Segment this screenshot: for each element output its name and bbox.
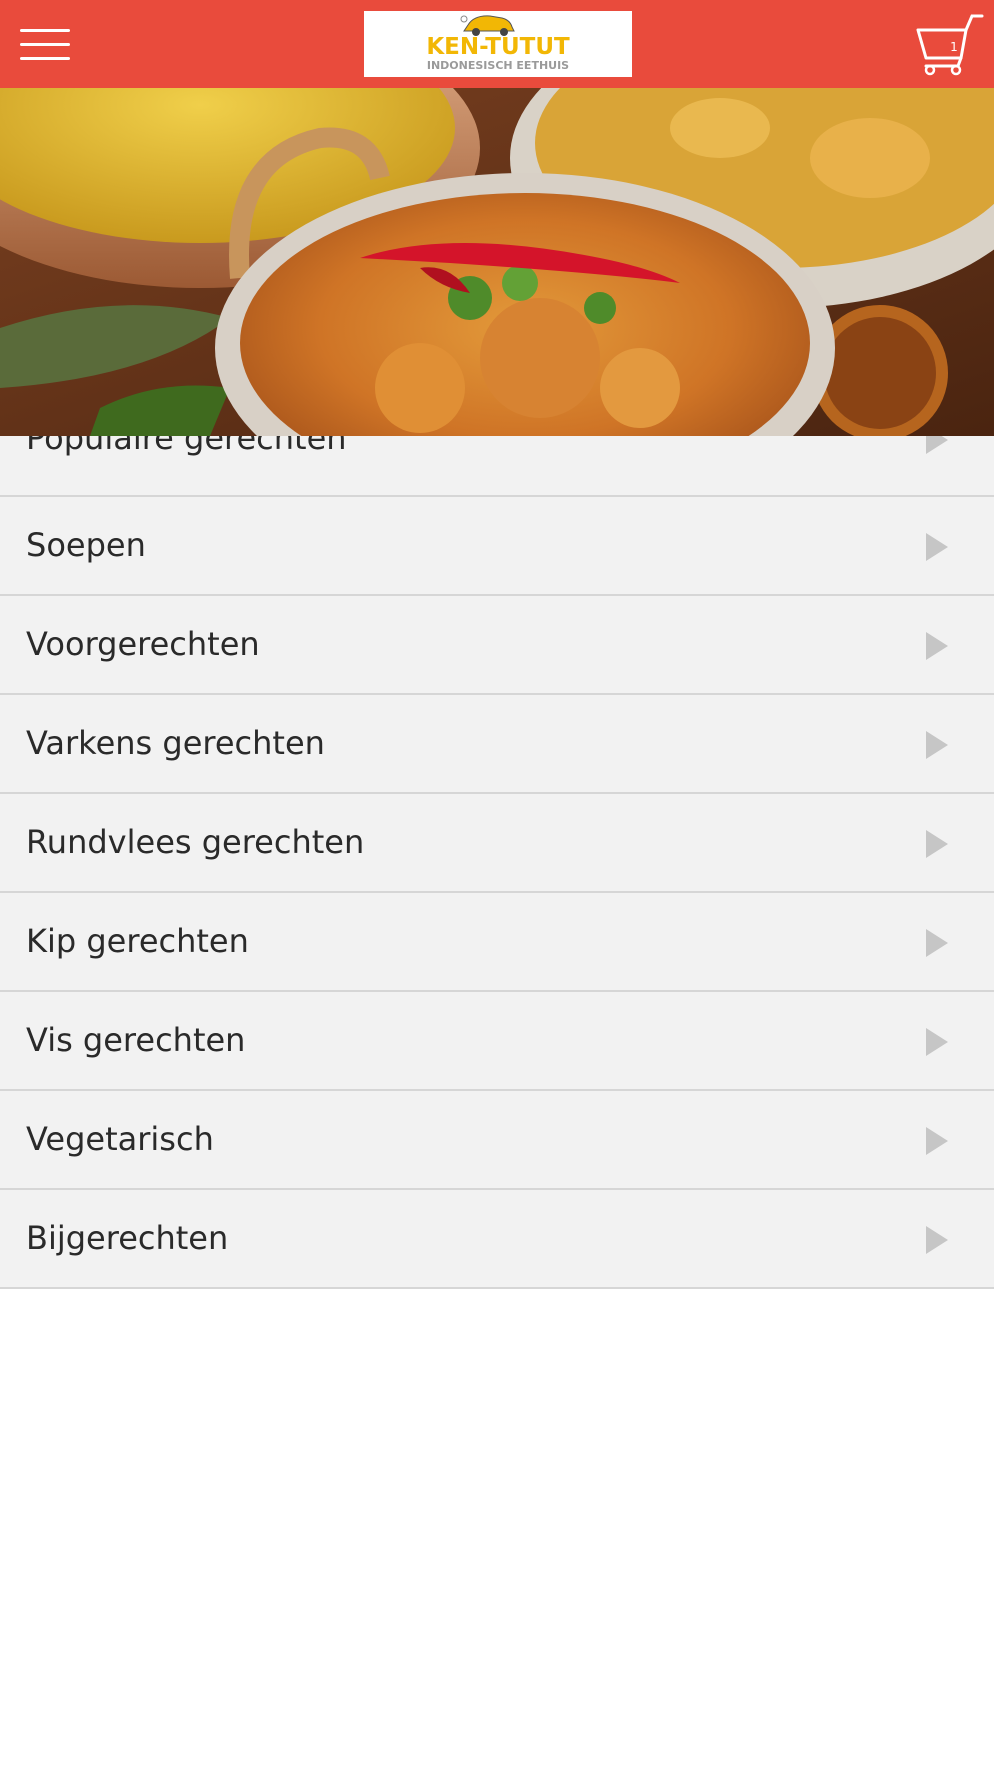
category-item-bijgerechten[interactable]: Bijgerechten — [0, 1190, 994, 1289]
cart-count-badge: 1 — [950, 40, 958, 54]
logo-title: KEN-TUTUT — [426, 34, 570, 60]
category-item-vis-gerechten[interactable]: Vis gerechten — [0, 992, 994, 1091]
category-item-soepen[interactable]: Soepen — [0, 497, 994, 596]
logo-graphic: KEN-TUTUT INDONESISCH EETHUIS — [426, 15, 570, 72]
chevron-right-icon — [926, 1226, 948, 1254]
app-screen: Populaire gerechten Soepen Voorgerechten… — [0, 0, 1000, 1778]
chevron-right-icon — [926, 533, 948, 561]
category-label: Rundvlees gerechten — [26, 823, 365, 861]
category-label: Vis gerechten — [26, 1021, 246, 1059]
category-item-kip-gerechten[interactable]: Kip gerechten — [0, 893, 994, 992]
category-label: Bijgerechten — [26, 1219, 229, 1257]
category-label: Vegetarisch — [26, 1120, 214, 1158]
category-label: Kip gerechten — [26, 922, 249, 960]
chevron-right-icon — [926, 632, 948, 660]
category-list: Populaire gerechten Soepen Voorgerechten… — [0, 398, 994, 1289]
hero-food-image — [0, 88, 994, 436]
category-item-voorgerechten[interactable]: Voorgerechten — [0, 596, 994, 695]
category-label: Soepen — [26, 526, 146, 564]
category-item-varkens-gerechten[interactable]: Varkens gerechten — [0, 695, 994, 794]
chevron-right-icon — [926, 830, 948, 858]
hamburger-menu-icon — [20, 57, 70, 60]
category-item-vegetarisch[interactable]: Vegetarisch — [0, 1091, 994, 1190]
cart-button[interactable]: 1 — [914, 12, 986, 76]
curry-dishes-photo — [0, 88, 994, 436]
header-bar: KEN-TUTUT INDONESISCH EETHUIS 1 — [0, 0, 994, 88]
hamburger-menu-icon — [20, 29, 70, 32]
chevron-right-icon — [926, 1028, 948, 1056]
chevron-right-icon — [926, 731, 948, 759]
hamburger-menu-icon — [20, 43, 70, 46]
category-label: Voorgerechten — [26, 625, 260, 663]
menu-button[interactable] — [14, 20, 76, 70]
chevron-right-icon — [926, 1127, 948, 1155]
category-label: Varkens gerechten — [26, 724, 325, 762]
restaurant-logo[interactable]: KEN-TUTUT INDONESISCH EETHUIS — [364, 11, 632, 77]
chevron-right-icon — [926, 929, 948, 957]
car-icon — [460, 15, 515, 36]
category-item-rundvlees-gerechten[interactable]: Rundvlees gerechten — [0, 794, 994, 893]
logo-subtitle: INDONESISCH EETHUIS — [427, 59, 569, 72]
